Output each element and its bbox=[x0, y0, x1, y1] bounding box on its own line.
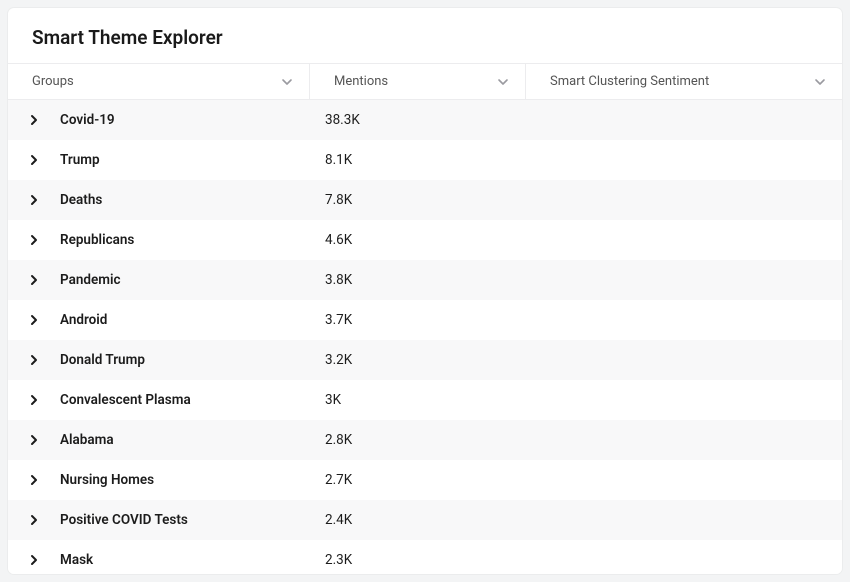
table-row[interactable]: Android3.7K bbox=[8, 300, 842, 340]
expand-toggle[interactable] bbox=[8, 554, 60, 566]
chevron-right-icon bbox=[28, 274, 40, 286]
chevron-right-icon bbox=[28, 314, 40, 326]
expand-toggle[interactable] bbox=[8, 114, 60, 126]
column-headers: Groups Mentions Smart Clustering Sentime… bbox=[8, 63, 842, 100]
group-name: Republicans bbox=[60, 232, 310, 248]
expand-toggle[interactable] bbox=[8, 514, 60, 526]
table-row[interactable]: Trump8.1K bbox=[8, 140, 842, 180]
expand-toggle[interactable] bbox=[8, 154, 60, 166]
column-header-sentiment[interactable]: Smart Clustering Sentiment bbox=[526, 64, 842, 99]
group-name: Trump bbox=[60, 152, 310, 168]
expand-toggle[interactable] bbox=[8, 234, 60, 246]
table-row[interactable]: Alabama2.8K bbox=[8, 420, 842, 460]
group-name: Donald Trump bbox=[60, 352, 310, 368]
table-row[interactable]: Republicans4.6K bbox=[8, 220, 842, 260]
expand-toggle[interactable] bbox=[8, 314, 60, 326]
table-row[interactable]: Mask2.3K bbox=[8, 540, 842, 574]
table-row[interactable]: Convalescent Plasma3K bbox=[8, 380, 842, 420]
group-name: Nursing Homes bbox=[60, 472, 310, 488]
chevron-down-icon bbox=[281, 76, 293, 88]
expand-toggle[interactable] bbox=[8, 354, 60, 366]
table-row[interactable]: Positive COVID Tests2.4K bbox=[8, 500, 842, 540]
chevron-right-icon bbox=[28, 394, 40, 406]
table-row[interactable]: Nursing Homes2.7K bbox=[8, 460, 842, 500]
chevron-down-icon bbox=[814, 76, 826, 88]
mentions-value: 4.6K bbox=[310, 232, 526, 248]
mentions-value: 3.2K bbox=[310, 352, 526, 368]
panel-title: Smart Theme Explorer bbox=[8, 8, 842, 63]
group-name: Mask bbox=[60, 552, 310, 568]
rows-container[interactable]: Covid-1938.3KTrump8.1KDeaths7.8KRepublic… bbox=[8, 100, 842, 574]
group-name: Alabama bbox=[60, 432, 310, 448]
expand-toggle[interactable] bbox=[8, 274, 60, 286]
expand-toggle[interactable] bbox=[8, 434, 60, 446]
chevron-right-icon bbox=[28, 194, 40, 206]
column-header-mentions[interactable]: Mentions bbox=[310, 64, 526, 99]
column-header-groups-label: Groups bbox=[32, 74, 74, 89]
mentions-value: 2.8K bbox=[310, 432, 526, 448]
chevron-right-icon bbox=[28, 434, 40, 446]
group-name: Pandemic bbox=[60, 272, 310, 288]
group-name: Covid-19 bbox=[60, 112, 310, 128]
mentions-value: 2.4K bbox=[310, 512, 526, 528]
smart-theme-explorer-panel: Smart Theme Explorer Groups Mentions Sma… bbox=[8, 8, 842, 574]
table-row[interactable]: Donald Trump3.2K bbox=[8, 340, 842, 380]
mentions-value: 2.7K bbox=[310, 472, 526, 488]
group-name: Deaths bbox=[60, 192, 310, 208]
table-row[interactable]: Pandemic3.8K bbox=[8, 260, 842, 300]
chevron-down-icon bbox=[497, 76, 509, 88]
mentions-value: 3.7K bbox=[310, 312, 526, 328]
mentions-value: 3.8K bbox=[310, 272, 526, 288]
chevron-right-icon bbox=[28, 554, 40, 566]
expand-toggle[interactable] bbox=[8, 394, 60, 406]
table-row[interactable]: Deaths7.8K bbox=[8, 180, 842, 220]
mentions-value: 8.1K bbox=[310, 152, 526, 168]
mentions-value: 3K bbox=[310, 392, 526, 408]
column-header-sentiment-label: Smart Clustering Sentiment bbox=[550, 74, 709, 89]
column-header-mentions-label: Mentions bbox=[334, 74, 388, 89]
expand-toggle[interactable] bbox=[8, 194, 60, 206]
mentions-value: 2.3K bbox=[310, 552, 526, 568]
mentions-value: 38.3K bbox=[310, 112, 526, 128]
expand-toggle[interactable] bbox=[8, 474, 60, 486]
chevron-right-icon bbox=[28, 354, 40, 366]
group-name: Convalescent Plasma bbox=[60, 392, 310, 408]
mentions-value: 7.8K bbox=[310, 192, 526, 208]
column-header-groups[interactable]: Groups bbox=[8, 64, 310, 99]
group-name: Android bbox=[60, 312, 310, 328]
chevron-right-icon bbox=[28, 514, 40, 526]
group-name: Positive COVID Tests bbox=[60, 512, 310, 528]
table-row[interactable]: Covid-1938.3K bbox=[8, 100, 842, 140]
chevron-right-icon bbox=[28, 234, 40, 246]
chevron-right-icon bbox=[28, 154, 40, 166]
chevron-right-icon bbox=[28, 114, 40, 126]
chevron-right-icon bbox=[28, 474, 40, 486]
